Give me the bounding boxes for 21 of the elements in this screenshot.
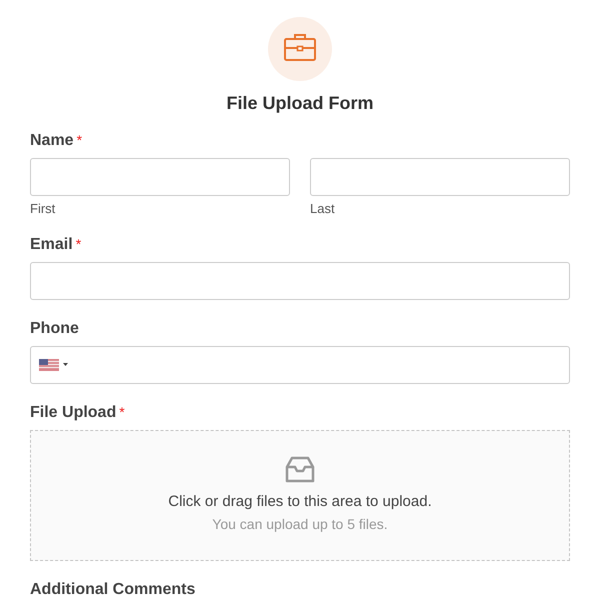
input-field[interactable] [30,262,570,300]
briefcase-icon [268,17,332,81]
upload-hint: You can upload up to 5 files. [212,516,388,532]
field-label: Additional Comments [30,581,196,599]
upload-prompt: Click or drag files to this area to upload. [168,493,432,510]
sublabel: First [30,201,56,216]
inbox-icon [285,455,315,485]
required-mark: * [119,404,125,420]
field-label: File Upload [30,404,116,422]
input-field[interactable] [30,158,290,196]
input-field[interactable] [310,158,570,196]
required-mark: * [76,132,82,148]
field-label: Email [30,236,73,254]
phone-field[interactable] [30,346,570,384]
field-label: Phone [30,320,79,338]
flag-icon [39,359,69,371]
field-label: Name [30,132,74,150]
required-mark: * [76,236,82,252]
upload-dropzone[interactable]: Click or drag files to this area to upload. You can upload up to 5 files. [30,430,570,561]
sublabel: Last [310,201,336,216]
form-title: File Upload Form [226,93,374,114]
